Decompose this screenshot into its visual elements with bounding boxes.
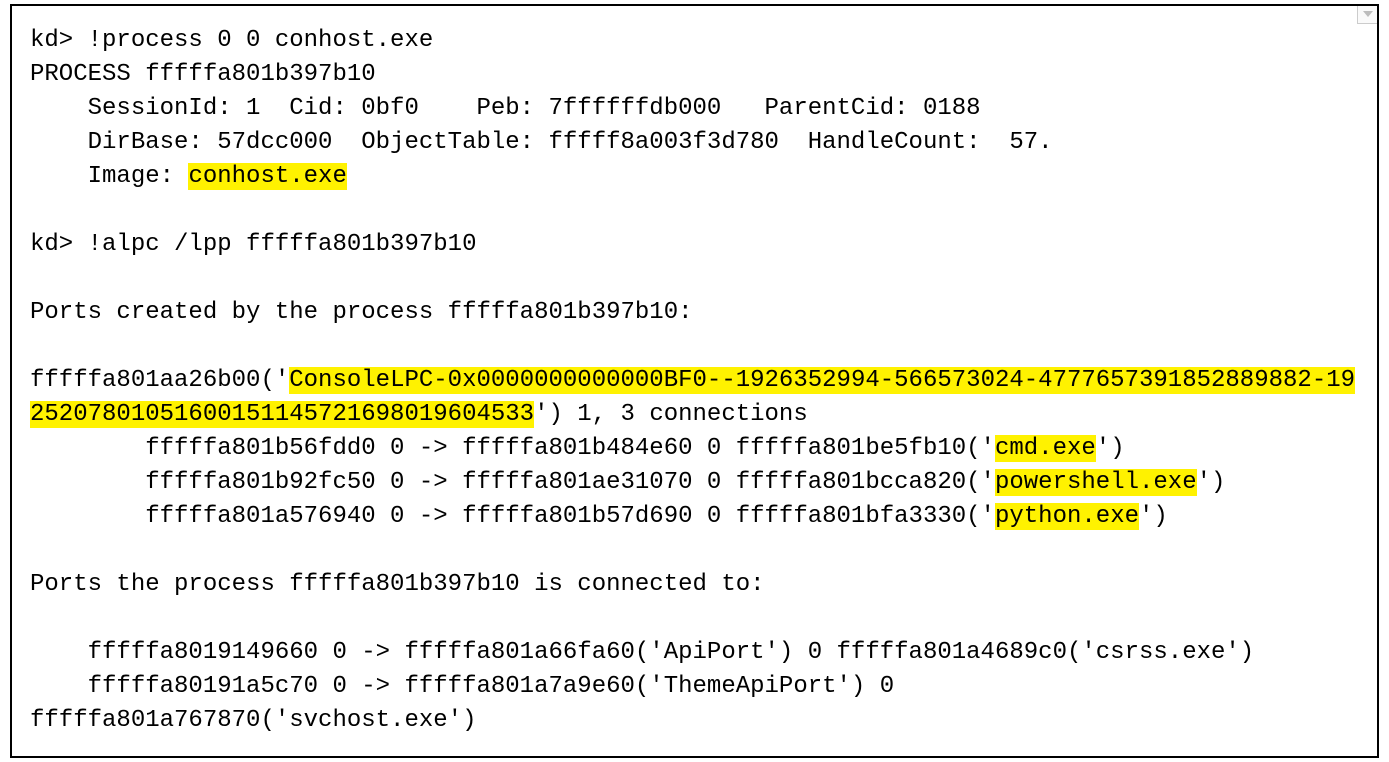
- command-text: !process 0 0 conhost.exe: [88, 27, 434, 54]
- outbound-connection-line: fffffa80191a5c70 0 -> fffffa801a7a9e60('…: [30, 673, 909, 700]
- connection-line-prefix: fffffa801b56fdd0 0 -> fffffa801b484e60 0…: [30, 435, 995, 462]
- outbound-connection-line: fffffa801a767870('svchost.exe'): [30, 707, 476, 734]
- process-header: PROCESS fffffa801b397b10: [30, 61, 376, 88]
- process-image-prefix: Image:: [30, 163, 188, 190]
- port-entry-name-part2: 25207801051600151145721698019604533: [30, 401, 534, 428]
- ports-created-heading: Ports created by the process fffffa801b3…: [30, 299, 693, 326]
- process-session-line: SessionId: 1 Cid: 0bf0 Peb: 7ffffffdb000…: [30, 95, 981, 122]
- connection-process-name: cmd.exe: [995, 435, 1096, 462]
- connection-line-suffix: '): [1096, 435, 1125, 462]
- port-entry-address: fffffa801aa26b00(': [30, 367, 289, 394]
- connection-process-name: python.exe: [995, 503, 1139, 530]
- connection-line-suffix: '): [1197, 469, 1226, 496]
- kd-prompt: kd>: [30, 27, 88, 54]
- process-image-name: conhost.exe: [188, 163, 346, 190]
- connection-process-name: powershell.exe: [995, 469, 1197, 496]
- connection-line-suffix: '): [1139, 503, 1168, 530]
- outbound-connection-line: fffffa8019149660 0 -> fffffa801a66fa60('…: [30, 639, 1254, 666]
- connection-line-prefix: fffffa801b92fc50 0 -> fffffa801ae31070 0…: [30, 469, 995, 496]
- connection-line-prefix: fffffa801a576940 0 -> fffffa801b57d690 0…: [30, 503, 995, 530]
- ports-connected-heading: Ports the process fffffa801b397b10 is co…: [30, 571, 765, 598]
- command-text: !alpc /lpp fffffa801b397b10: [88, 231, 477, 258]
- debugger-output-frame: kd> !process 0 0 conhost.exe PROCESS fff…: [10, 4, 1379, 758]
- process-dirbase-line: DirBase: 57dcc000 ObjectTable: fffff8a00…: [30, 129, 1053, 156]
- kd-prompt: kd>: [30, 231, 88, 258]
- port-entry-suffix: ') 1, 3 connections: [534, 401, 808, 428]
- port-entry-name-part1: ConsoleLPC-0x0000000000000BF0--192635299…: [289, 367, 1355, 394]
